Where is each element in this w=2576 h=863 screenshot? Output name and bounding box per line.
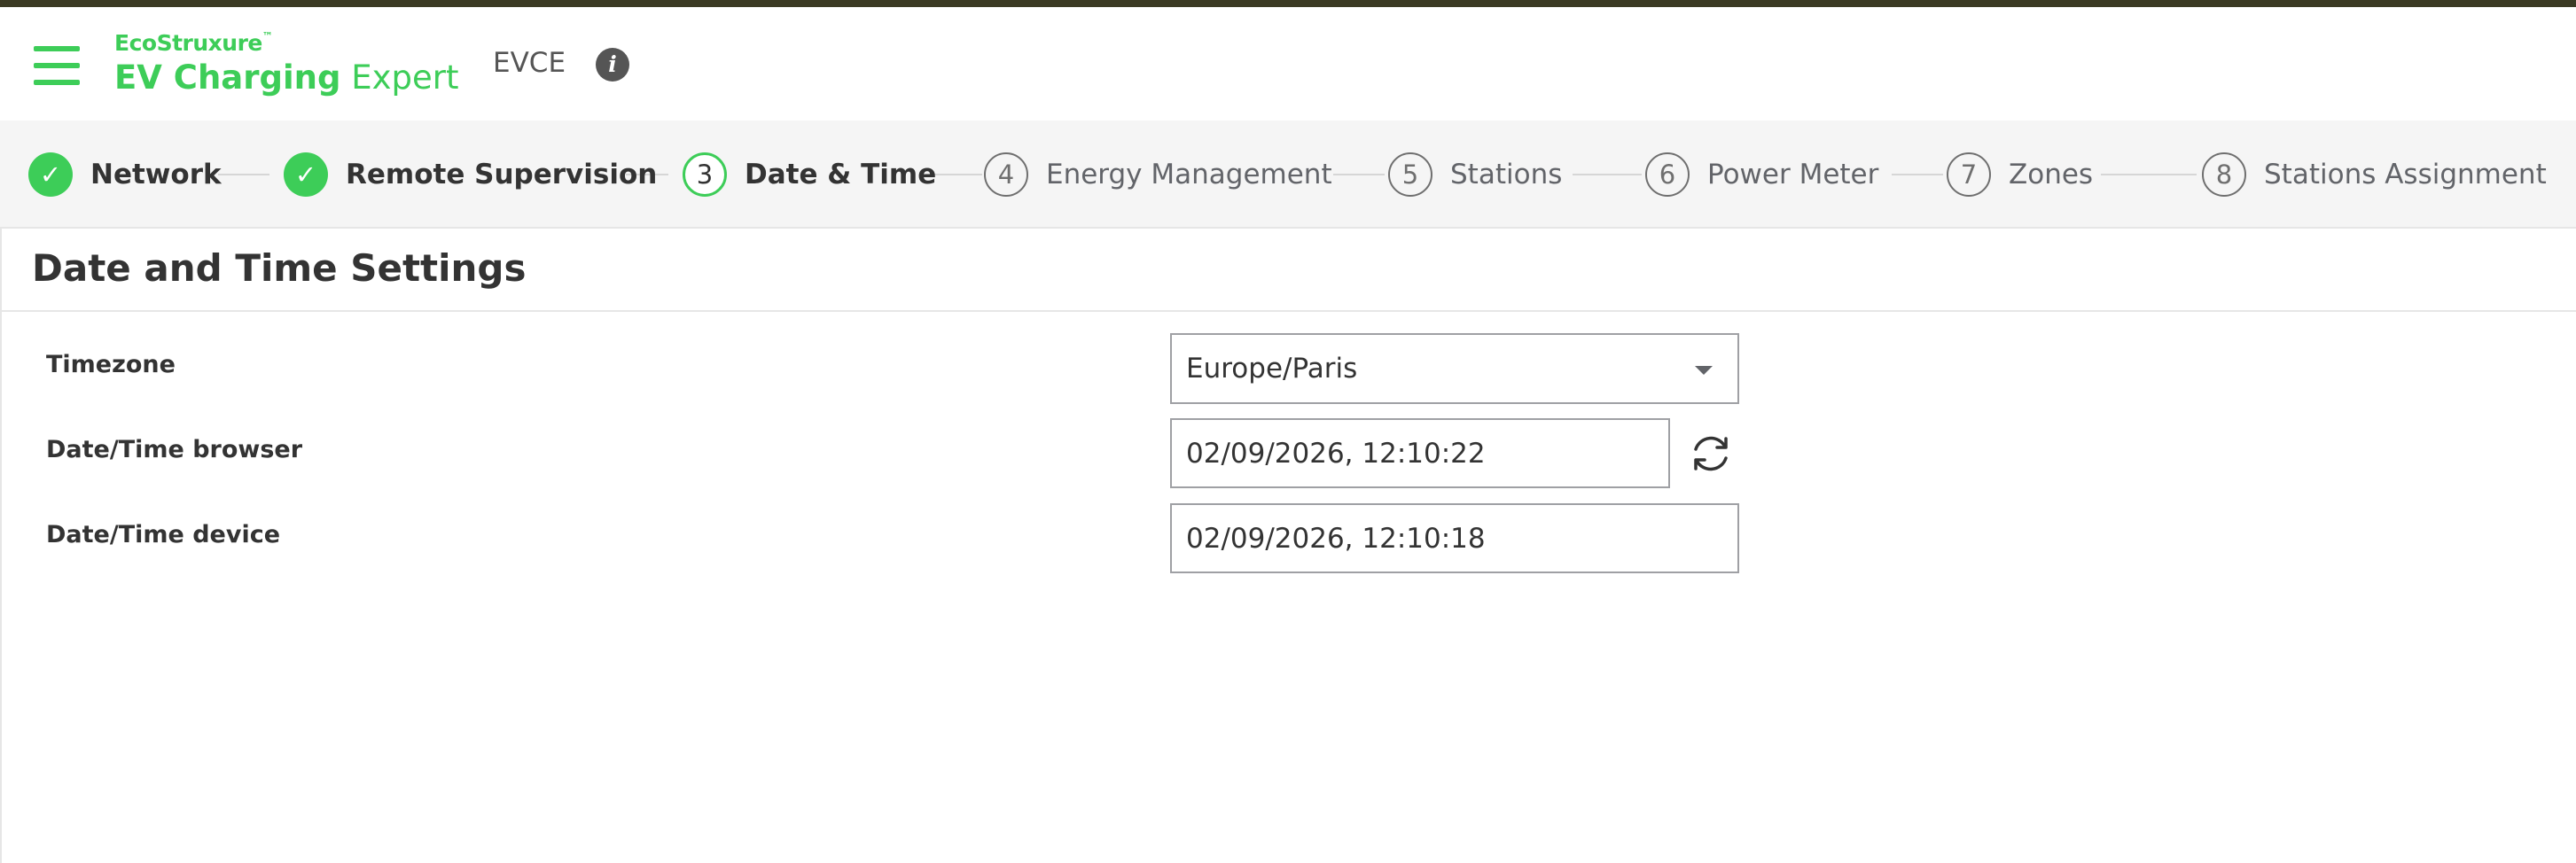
step-number: 8 bbox=[2202, 152, 2246, 197]
step-energy-management[interactable]: 4 Energy Management bbox=[984, 151, 1332, 198]
step-number: 6 bbox=[1645, 152, 1690, 197]
timezone-select[interactable]: Europe/Paris bbox=[1170, 333, 1739, 404]
settings-panel: Date and Time Settings Timezone Europe/P… bbox=[0, 229, 2576, 863]
refresh-icon[interactable] bbox=[1686, 429, 1736, 478]
step-stations-assignment[interactable]: 8 Stations Assignment bbox=[2202, 151, 2547, 198]
step-zones[interactable]: 7 Zones bbox=[1947, 151, 2093, 198]
step-date-time[interactable]: 3 Date & Time bbox=[683, 151, 936, 198]
app-title-bold: EV Charging bbox=[114, 58, 341, 97]
title-divider bbox=[2, 310, 2576, 312]
step-number: 4 bbox=[984, 152, 1028, 197]
step-number: 3 bbox=[683, 152, 727, 197]
timezone-label: Timezone bbox=[46, 351, 176, 378]
hamburger-menu-icon[interactable] bbox=[34, 46, 80, 85]
step-connector bbox=[218, 174, 269, 175]
step-connector bbox=[1333, 174, 1385, 175]
step-label: Date & Time bbox=[745, 159, 937, 190]
app-header: EcoStruxure™ EV Charging Expert EVCE i bbox=[0, 7, 2576, 121]
brand-logo-ecostruxure: EcoStruxure™ bbox=[114, 30, 273, 56]
step-network[interactable]: ✓ Network bbox=[28, 151, 222, 198]
timezone-value[interactable]: Europe/Paris bbox=[1170, 333, 1739, 404]
setup-stepper: ✓ Network ✓ Remote Supervision 3 Date & … bbox=[0, 121, 2576, 229]
step-remote-supervision[interactable]: ✓ Remote Supervision bbox=[284, 151, 657, 198]
step-label: Power Meter bbox=[1707, 159, 1879, 190]
step-connector bbox=[2101, 174, 2197, 175]
app-title-light: Expert bbox=[351, 58, 459, 97]
step-label: Zones bbox=[2009, 159, 2094, 190]
browser-time-field[interactable] bbox=[1170, 418, 1670, 488]
check-icon: ✓ bbox=[28, 152, 73, 197]
browser-time-label: Date/Time browser bbox=[46, 436, 303, 463]
device-time-label: Date/Time device bbox=[46, 521, 281, 548]
page-title: Date and Time Settings bbox=[32, 246, 527, 290]
step-label: Energy Management bbox=[1046, 159, 1332, 190]
device-time-field[interactable] bbox=[1170, 503, 1739, 573]
step-number: 7 bbox=[1947, 152, 1991, 197]
step-label: Remote Supervision bbox=[346, 159, 658, 190]
check-icon: ✓ bbox=[284, 152, 328, 197]
step-stations[interactable]: 5 Stations bbox=[1388, 151, 1562, 198]
top-accent-strip bbox=[0, 0, 2576, 7]
app-title: EV Charging Expert bbox=[114, 58, 459, 97]
step-power-meter[interactable]: 6 Power Meter bbox=[1645, 151, 1878, 198]
step-connector bbox=[1573, 174, 1642, 175]
step-number: 5 bbox=[1388, 152, 1432, 197]
info-icon[interactable]: i bbox=[596, 48, 629, 82]
step-label: Stations bbox=[1450, 159, 1563, 190]
step-label: Network bbox=[90, 159, 222, 190]
app-code-label: EVCE bbox=[493, 47, 566, 79]
step-connector bbox=[1892, 174, 1943, 175]
step-label: Stations Assignment bbox=[2264, 159, 2547, 190]
caret-down-icon bbox=[1695, 366, 1713, 375]
